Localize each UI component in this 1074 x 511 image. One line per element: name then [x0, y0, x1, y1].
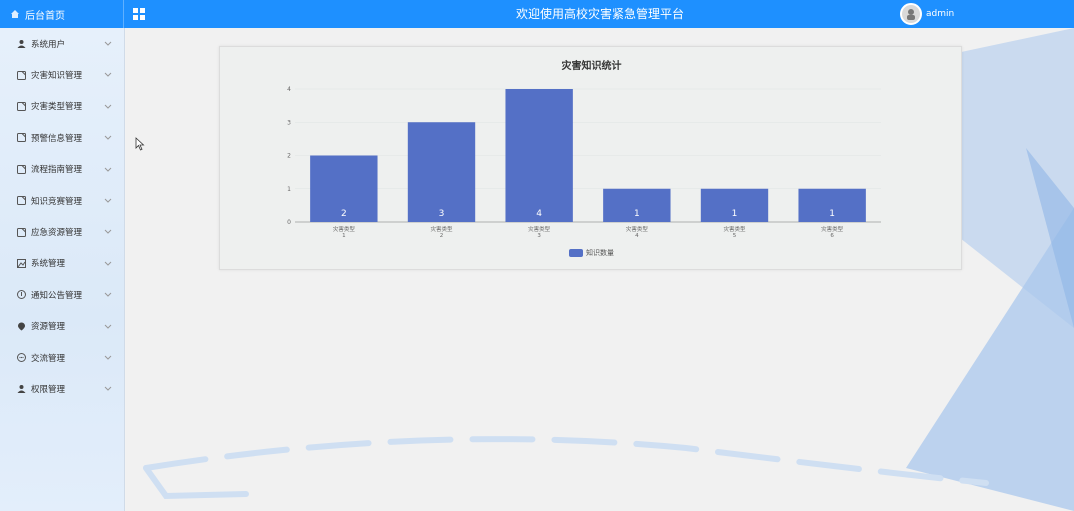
bar-chart: 012342灾害类型13灾害类型24灾害类型31灾害类型41灾害类型51灾害类型…	[287, 86, 881, 239]
sidebar-item-label: 权限管理	[31, 384, 66, 395]
bar	[407, 122, 476, 222]
chevron-down-icon	[104, 229, 112, 235]
sidebar-item-system-users[interactable]: 系统用户	[0, 28, 124, 59]
sidebar-item-notices[interactable]: 通知公告管理	[0, 279, 124, 310]
chart-card: 灾害知识统计 0 1 2 3 4 2 灾害类型 1 3 灾害类型 2 4 灾害类型 3 1 灾害类型 4 1 灾害类…	[219, 46, 962, 270]
sidebar-item-label: 交流管理	[31, 353, 66, 364]
sidebar-item-label: 灾害知识管理	[31, 71, 83, 82]
user-menu[interactable]: admin	[900, 2, 954, 26]
sidebar-item-label: 灾害类型管理	[31, 102, 83, 113]
document-icon	[17, 133, 26, 143]
chevron-down-icon	[104, 324, 112, 329]
user-icon	[17, 384, 26, 394]
x-tick-label-index: 5	[733, 233, 737, 239]
username[interactable]: admin	[926, 9, 954, 19]
location-icon	[17, 322, 26, 331]
sidebar-item-label: 资源管理	[31, 322, 66, 333]
sidebar-item-warnings[interactable]: 预警信息管理	[0, 122, 124, 153]
site-title: 欢迎使用高校灾害紧急管理平台	[515, 7, 684, 21]
avatar[interactable]	[900, 3, 922, 25]
top-header: 后台首页 欢迎使用高校灾害紧急管理平台 admin	[0, 0, 1074, 28]
document-icon	[17, 101, 26, 111]
sidebar-item-quiz[interactable]: 知识竞赛管理	[0, 185, 124, 216]
chevron-down-icon	[104, 292, 112, 297]
x-tick-label: 灾害类型	[430, 225, 453, 233]
bar-data-label: 2	[341, 209, 347, 219]
document-icon	[17, 164, 26, 174]
x-tick-label-index: 3	[537, 233, 541, 239]
home-tab-label: 后台首页	[25, 10, 65, 22]
bar-data-label: 4	[536, 209, 542, 219]
x-tick-label-index: 4	[635, 233, 639, 239]
y-tick-label: 1	[287, 186, 291, 193]
y-tick-label: 2	[287, 153, 291, 160]
user-icon	[17, 39, 26, 49]
main-content: 灾害知识统计 0 1 2 3 4 2 灾害类型 1 3 灾害类型 2 4 灾害类型 3 1 灾害类型 4 1 灾害类…	[126, 28, 1074, 511]
document-icon	[17, 227, 26, 237]
bar-data-label: 1	[634, 209, 640, 219]
chevron-down-icon	[104, 198, 112, 203]
x-tick-label-index: 2	[440, 233, 444, 239]
sidebar-item-resources[interactable]: 资源管理	[0, 311, 124, 342]
x-tick-label: 灾害类型	[723, 225, 746, 233]
legend-label: 知识数量	[586, 249, 614, 257]
chevron-down-icon	[104, 167, 112, 172]
sidebar-item-label: 系统用户	[31, 39, 66, 50]
chevron-down-icon	[104, 73, 112, 78]
sidebar-item-communication[interactable]: 交流管理	[0, 342, 124, 373]
sidebar-item-label: 流程指南管理	[31, 165, 83, 176]
chart-legend[interactable]: 知识数量	[569, 248, 614, 258]
bar	[505, 89, 573, 222]
x-tick-label: 灾害类型	[626, 225, 649, 233]
document-icon	[17, 196, 26, 206]
chat-icon	[17, 353, 26, 363]
bar-data-label: 1	[732, 209, 738, 219]
bar-data-label: 1	[829, 209, 835, 219]
x-tick-label-index: 1	[342, 233, 346, 239]
x-tick-label: 灾害类型	[333, 225, 356, 233]
bar-data-label: 3	[439, 209, 445, 219]
sidebar-item-system[interactable]: 系统管理	[0, 248, 124, 279]
document-icon	[17, 70, 26, 80]
sidebar-item-label: 通知公告管理	[31, 290, 83, 301]
chevron-down-icon	[104, 386, 112, 392]
sidebar: 系统用户 灾害知识管理 灾害类型管理 预警信息管理 流程指南管理 知识竞赛管理 …	[0, 28, 125, 511]
chevron-down-icon	[104, 355, 112, 360]
home-icon	[10, 9, 20, 19]
chevron-down-icon	[104, 261, 112, 266]
x-tick-label: 灾害类型	[821, 225, 844, 233]
home-tab[interactable]: 后台首页	[0, 0, 124, 28]
sidebar-item-permissions[interactable]: 权限管理	[0, 373, 124, 404]
chevron-down-icon	[104, 104, 112, 109]
info-icon	[17, 290, 26, 300]
y-tick-label: 0	[287, 219, 291, 226]
sidebar-item-label: 应急资源管理	[31, 228, 83, 239]
sidebar-item-emergency-resources[interactable]: 应急资源管理	[0, 216, 124, 247]
sidebar-item-label: 系统管理	[31, 259, 66, 270]
sidebar-item-label: 知识竞赛管理	[31, 196, 83, 207]
mouse-cursor-icon	[135, 137, 145, 151]
legend-swatch	[569, 249, 583, 257]
menu-grid-icon[interactable]	[132, 6, 146, 20]
chevron-down-icon	[104, 135, 112, 140]
image-icon	[17, 258, 26, 268]
sidebar-item-disaster-knowledge[interactable]: 灾害知识管理	[0, 59, 124, 90]
x-tick-label-index: 6	[830, 233, 834, 239]
sidebar-item-guides[interactable]: 流程指南管理	[0, 154, 124, 185]
sidebar-item-disaster-types[interactable]: 灾害类型管理	[0, 91, 124, 122]
y-tick-label: 4	[287, 86, 291, 93]
chevron-down-icon	[104, 41, 112, 46]
sidebar-item-label: 预警信息管理	[31, 133, 83, 144]
x-tick-label: 灾害类型	[528, 225, 551, 233]
y-tick-label: 3	[287, 119, 291, 126]
